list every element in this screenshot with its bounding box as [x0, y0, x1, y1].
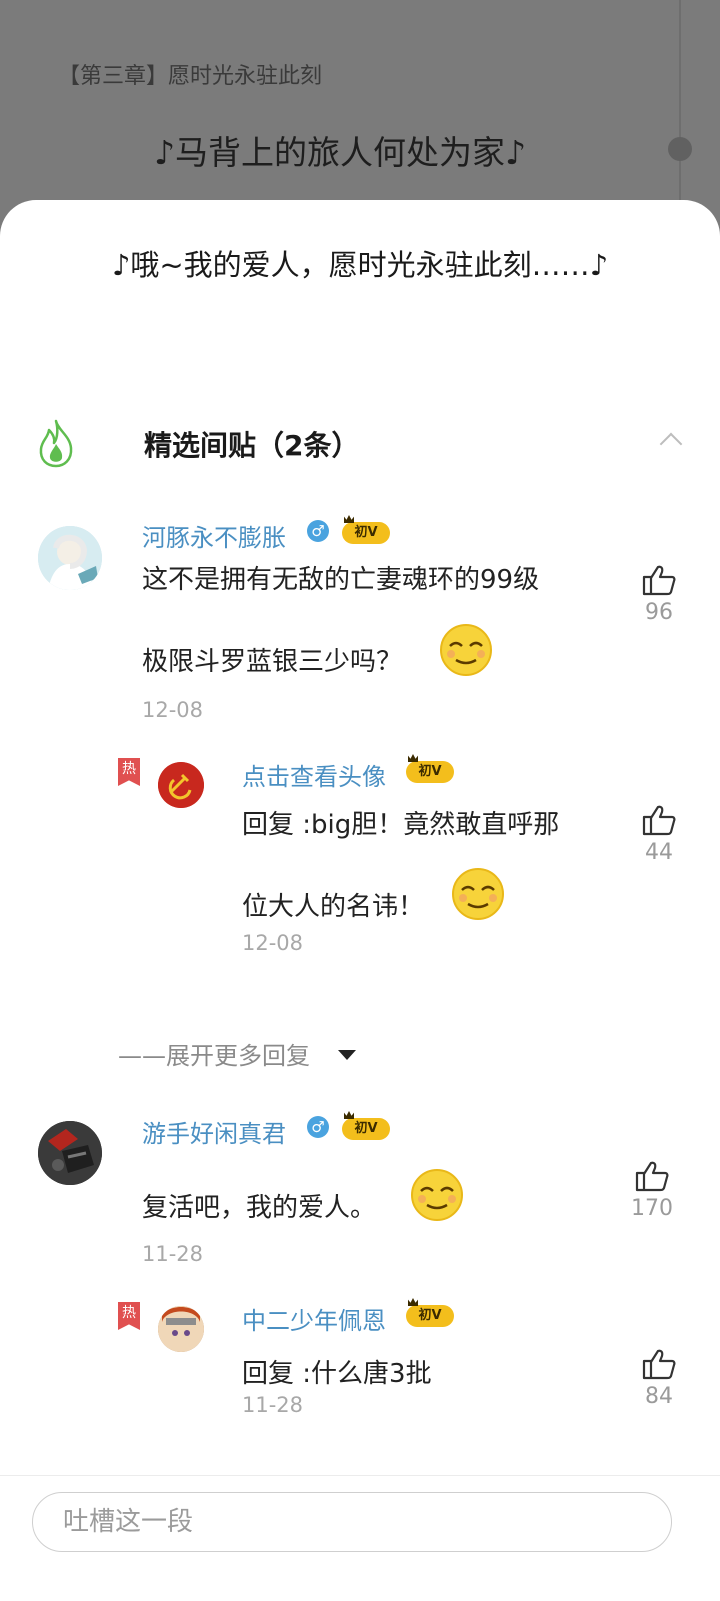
male-icon: ♂ — [307, 1116, 329, 1138]
thumbs-up-icon[interactable] — [634, 1160, 670, 1192]
level-badge: 初V — [406, 1305, 454, 1327]
flame-icon — [39, 419, 73, 468]
comment-text-line: 复活吧，我的爱人。 — [142, 1193, 377, 1223]
avatar-image — [38, 526, 102, 590]
avatar[interactable] — [158, 762, 204, 808]
comment-input-bar — [0, 1475, 720, 1601]
like-count: 170 — [631, 1196, 673, 1221]
avatar-image — [158, 1306, 204, 1352]
level-badge: 初V — [342, 1118, 390, 1140]
comment-sheet: ♪哦~我的爱人，愿时光永驻此刻……♪ 精选间贴（2条） 河豚永不膨胀 ♂ 初V … — [0, 200, 720, 1600]
comment-input[interactable] — [32, 1492, 672, 1552]
reply-text-line: 回复 :big胆！竟然敢直呼那 — [242, 810, 560, 840]
avatar[interactable] — [38, 1121, 102, 1185]
like-count: 96 — [645, 600, 673, 625]
comment-date: 11-28 — [142, 1242, 204, 1266]
avatar[interactable] — [158, 1306, 204, 1352]
hot-badge: 热 — [118, 1302, 140, 1330]
chapter-title: 【第三章】愿时光永驻此刻 — [58, 64, 323, 89]
smirk-emoji-icon — [411, 1169, 463, 1221]
scroll-track — [679, 0, 681, 220]
hot-badge: 热 — [118, 758, 140, 786]
chevron-up-icon[interactable] — [659, 432, 683, 456]
avatar-image — [38, 1121, 102, 1185]
scroll-thumb[interactable] — [668, 137, 692, 161]
quoted-paragraph: ♪哦~我的爱人，愿时光永驻此刻……♪ — [111, 248, 609, 282]
smirk-emoji-icon — [452, 868, 504, 920]
caret-down-icon[interactable] — [338, 1050, 356, 1060]
expand-more-replies[interactable]: ——展开更多回复 — [118, 1036, 310, 1071]
thumbs-up-icon[interactable] — [641, 564, 677, 596]
reader-lyric-line: ♪马背上的旅人何处为家♪ — [153, 133, 527, 172]
avatar[interactable] — [38, 526, 102, 590]
thumbs-up-icon[interactable] — [641, 804, 677, 836]
section-header: 精选间贴（2条） — [0, 410, 720, 470]
comment-text-line: 这不是拥有无敌的亡妻魂环的99级 — [142, 565, 540, 595]
level-badge: 初V — [406, 761, 454, 783]
reply-date: 11-28 — [242, 1393, 304, 1417]
comment-text-line: 极限斗罗蓝银三少吗？ — [142, 647, 403, 677]
section-title: 精选间贴（2条） — [144, 429, 360, 462]
like-count: 44 — [645, 840, 673, 865]
hammer-sickle-icon — [158, 762, 204, 808]
reply-text-line: 回复 :什么唐3批 — [242, 1359, 432, 1389]
reply-date: 12-08 — [242, 931, 304, 955]
like-count: 84 — [645, 1384, 673, 1409]
thumbs-up-icon[interactable] — [641, 1348, 677, 1380]
comment-date: 12-08 — [142, 698, 204, 722]
comment-username[interactable]: 游手好闲真君 — [142, 1114, 286, 1149]
reply-username[interactable]: 中二少年佩恩 — [242, 1301, 386, 1336]
smirk-emoji-icon — [440, 624, 492, 676]
